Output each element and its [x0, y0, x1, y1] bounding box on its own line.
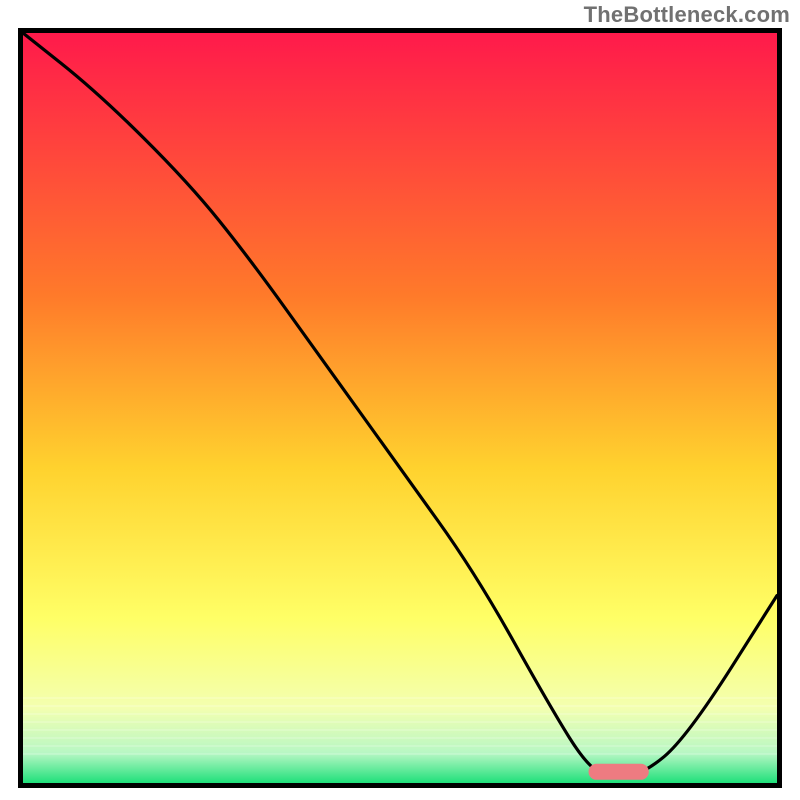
watermark-text: TheBottleneck.com [584, 2, 790, 28]
chart-container: TheBottleneck.com [0, 0, 800, 800]
plot-frame [18, 28, 782, 788]
gradient-background [23, 33, 777, 783]
optimum-marker [589, 764, 649, 780]
plot-svg [18, 28, 782, 788]
